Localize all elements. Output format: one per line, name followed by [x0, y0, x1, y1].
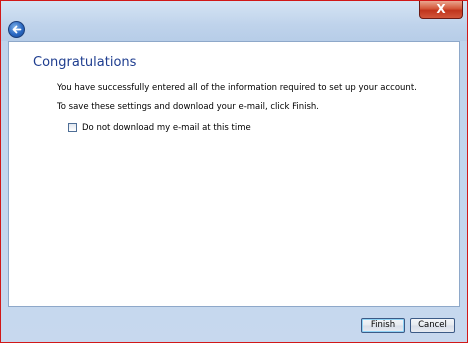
no-download-option[interactable]: Do not download my e-mail at this time	[68, 122, 251, 133]
back-arrow-icon	[12, 25, 22, 34]
close-button[interactable]: X	[419, 1, 463, 19]
close-icon: X	[436, 2, 446, 16]
instruction-message: To save these settings and download your…	[57, 102, 319, 112]
title-bar	[1, 1, 467, 41]
page-title: Congratulations	[33, 55, 137, 70]
no-download-checkbox[interactable]	[68, 123, 77, 132]
no-download-label[interactable]: Do not download my e-mail at this time	[82, 123, 251, 133]
cancel-button[interactable]: Cancel	[410, 318, 455, 333]
finish-button[interactable]: Finish	[361, 318, 405, 333]
wizard-window: X Congratulations You have successfully …	[0, 0, 468, 343]
back-button[interactable]	[8, 21, 25, 38]
success-message: You have successfully entered all of the…	[57, 83, 417, 93]
wizard-content-panel: Congratulations You have successfully en…	[8, 41, 460, 307]
